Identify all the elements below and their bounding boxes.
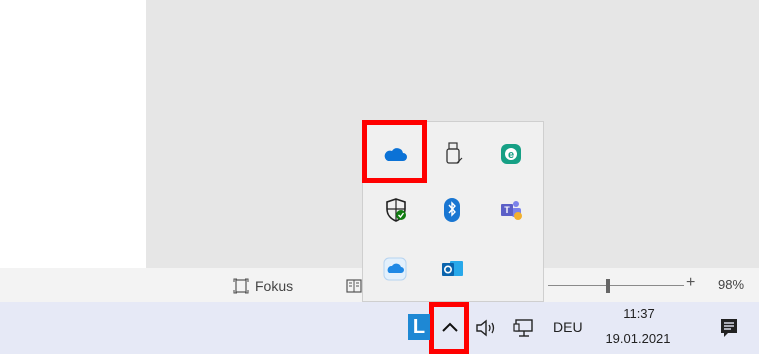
- svg-text:T: T: [504, 205, 510, 215]
- notification-center-icon[interactable]: [718, 316, 740, 340]
- clock-date[interactable]: 19.01.2021: [600, 331, 676, 346]
- onedrive-alt-icon[interactable]: [379, 253, 411, 285]
- show-hidden-icons-chevron-icon[interactable]: [438, 316, 462, 340]
- outlook-icon[interactable]: [437, 253, 469, 285]
- zoom-percent[interactable]: 98%: [718, 277, 744, 292]
- zoom-slider-track[interactable]: [548, 285, 684, 286]
- network-icon[interactable]: [513, 316, 537, 340]
- clock-time[interactable]: 11:37: [606, 306, 672, 321]
- eset-icon[interactable]: e: [495, 138, 527, 170]
- input-language-indicator[interactable]: DEU: [553, 319, 583, 335]
- focus-button[interactable]: Fokus: [233, 276, 293, 296]
- zoom-slider-thumb[interactable]: [606, 279, 610, 293]
- teams-icon[interactable]: T: [495, 194, 527, 226]
- volume-icon[interactable]: [474, 316, 500, 340]
- onedrive-highlight-box: [362, 120, 427, 183]
- focus-icon: [233, 278, 249, 294]
- usb-drive-icon[interactable]: [438, 138, 470, 170]
- read-mode-icon[interactable]: [346, 278, 362, 294]
- focus-label: Fokus: [255, 278, 294, 294]
- svg-text:e: e: [508, 149, 514, 161]
- bluetooth-icon[interactable]: [436, 194, 468, 226]
- windows-security-icon[interactable]: [380, 194, 412, 226]
- app-l-icon[interactable]: L: [408, 314, 430, 340]
- zoom-in-button[interactable]: +: [686, 274, 695, 292]
